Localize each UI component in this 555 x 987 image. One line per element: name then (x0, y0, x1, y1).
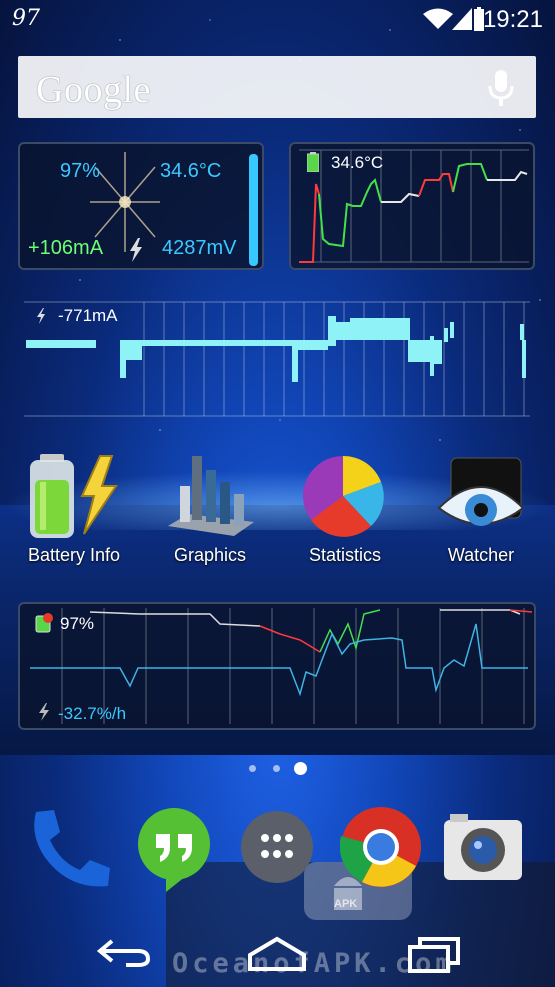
battery-plus-icon (35, 613, 53, 633)
app-label: Watcher (447, 545, 515, 565)
temperature-chart-widget[interactable]: 34.6°C (289, 142, 535, 270)
watermark-text: OceanofAPK.com (172, 948, 456, 979)
temperature-chart (299, 149, 529, 263)
back-icon[interactable] (96, 937, 152, 969)
current-chart-widget[interactable]: -771mA (24, 300, 530, 418)
app-label: Statistics (308, 545, 382, 565)
battery-small-icon (307, 152, 319, 172)
eye-icon (437, 457, 525, 526)
camera-icon[interactable] (442, 812, 524, 882)
battery-info-widget[interactable]: 97% 34.6°C +106mA 4287mV (18, 142, 264, 270)
battery-current: +106mA (28, 237, 104, 259)
app-watcher[interactable]: Watcher (416, 452, 546, 566)
battery-level-bar (249, 154, 258, 266)
phone-icon[interactable] (28, 806, 114, 888)
bar-chart-3d-icon (168, 456, 254, 536)
app-statistics[interactable]: Statistics (280, 452, 410, 566)
mic-icon[interactable] (488, 70, 514, 106)
hangouts-icon[interactable] (136, 806, 212, 892)
history-percent: 97% (60, 614, 95, 633)
temperature-label: 34.6°C (331, 153, 384, 172)
clock: 19:21 (482, 6, 543, 33)
bolt-small-icon (39, 703, 49, 721)
battery-history-widget[interactable]: 97% -32.7%/h (18, 602, 536, 730)
battery-bolt-icon (30, 454, 118, 538)
pie-chart-icon (303, 455, 384, 537)
watermark-badge-text: APK (334, 898, 358, 910)
page-dot (273, 765, 280, 772)
app-battery-info[interactable]: Battery Info (9, 452, 139, 566)
bolt-icon (130, 238, 142, 262)
google-search-bar[interactable]: Google (18, 56, 536, 118)
notification-indicator: 97 (12, 6, 40, 31)
battery-voltage: 4287mV (162, 237, 237, 259)
history-rate: -32.7%/h (58, 704, 127, 723)
current-label: -771mA (58, 306, 118, 325)
page-dot (249, 765, 256, 772)
app-label: Graphics (173, 545, 247, 565)
wifi-icon (423, 8, 453, 29)
app-label: Battery Info (27, 545, 121, 565)
google-logo: Google (36, 69, 151, 111)
app-graphics[interactable]: Graphics (145, 452, 275, 566)
status-bar: 97 19:21 (0, 0, 555, 40)
battery-temperature: 34.6°C (160, 160, 222, 182)
signal-icon (452, 8, 472, 30)
app-drawer-icon[interactable] (240, 810, 314, 884)
chrome-icon[interactable] (340, 806, 422, 888)
battery-percent: 97% (60, 160, 101, 182)
bolt-small-icon (37, 308, 45, 324)
page-dot-active (294, 762, 307, 775)
